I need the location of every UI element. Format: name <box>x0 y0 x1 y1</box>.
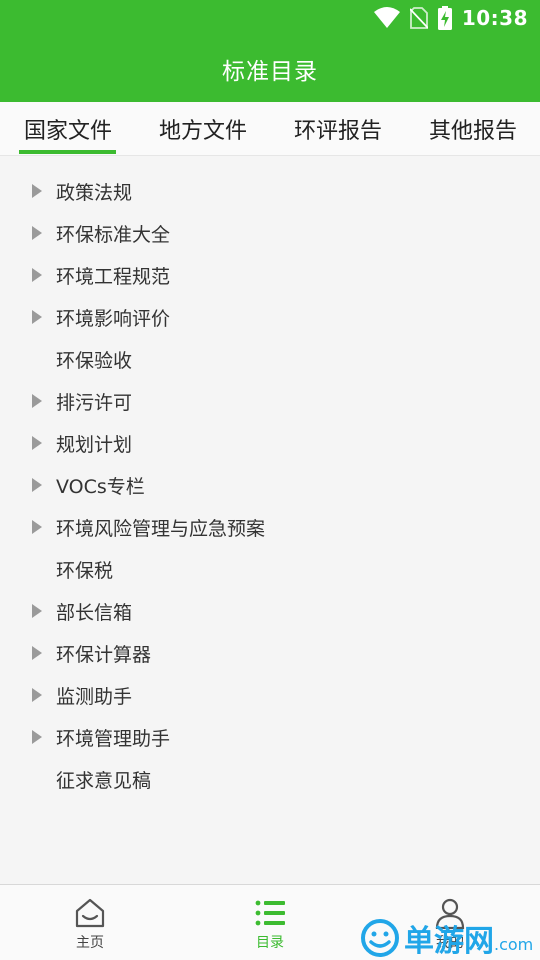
list-item-label: VOCs专栏 <box>56 475 145 498</box>
status-bar: 10:38 <box>0 0 540 36</box>
watermark-suffix: .com <box>494 934 534 954</box>
tab-national-files[interactable]: 国家文件 <box>8 102 128 156</box>
list-item[interactable]: 排污许可 <box>0 380 540 422</box>
tab-other-reports[interactable]: 其他报告 <box>413 102 533 156</box>
watermark-text: 单游网 <box>404 924 494 959</box>
expand-arrow-icon <box>32 478 42 492</box>
list-item-label: 环境影响评价 <box>56 307 171 330</box>
category-list: 政策法规 环保标准大全 环境工程规范 环境影响评价 环保验收 排污许可 规划计划… <box>0 170 540 800</box>
list-item-label: 环保税 <box>56 559 114 582</box>
status-time: 10:38 <box>461 6 528 30</box>
list-item-label: 征求意见稿 <box>56 769 152 792</box>
expand-arrow-icon <box>32 730 42 744</box>
list-item-label: 排污许可 <box>56 391 133 414</box>
list-item[interactable]: 部长信箱 <box>0 590 540 632</box>
list-item-label: 规划计划 <box>56 433 133 456</box>
category-tabs: 国家文件 地方文件 环评报告 其他报告 <box>0 102 540 156</box>
tab-label: 其他报告 <box>428 119 517 144</box>
page-title: 标准目录 <box>222 59 318 85</box>
nav-home[interactable]: 主页 <box>30 885 150 960</box>
active-tab-indicator <box>19 150 116 154</box>
nav-label: 主页 <box>76 935 104 951</box>
expand-arrow-icon <box>32 688 42 702</box>
list-item-label: 环境风险管理与应急预案 <box>56 517 266 540</box>
list-item[interactable]: 环境工程规范 <box>0 254 540 296</box>
watermark: 单游网 .com <box>360 916 533 960</box>
list-item[interactable]: 环保税 <box>0 548 540 590</box>
list-item-label: 环保计算器 <box>56 643 152 666</box>
list-item-label: 部长信箱 <box>56 601 133 624</box>
expand-arrow-icon <box>32 394 42 408</box>
battery-charging-icon <box>437 6 452 30</box>
list-item-label: 环保验收 <box>56 349 133 372</box>
no-sim-icon <box>409 7 428 29</box>
expand-arrow-icon <box>32 604 42 618</box>
expand-arrow-icon <box>32 520 42 534</box>
list-item[interactable]: 环境管理助手 <box>0 716 540 758</box>
list-item[interactable]: 环保计算器 <box>0 632 540 674</box>
tab-label: 国家文件 <box>23 119 112 144</box>
expand-arrow-icon <box>32 184 42 198</box>
status-icons: 10:38 <box>373 4 528 32</box>
home-icon <box>75 898 105 928</box>
smiley-logo-icon <box>361 919 399 957</box>
expand-arrow-icon <box>32 436 42 450</box>
list-item-label: 环境工程规范 <box>56 265 171 288</box>
app-bar: 标准目录 <box>0 36 540 102</box>
tab-label: 环评报告 <box>293 119 382 144</box>
list-icon <box>255 900 285 926</box>
list-item[interactable]: 环保验收 <box>0 338 540 380</box>
list-item[interactable]: 规划计划 <box>0 422 540 464</box>
list-item[interactable]: 征求意见稿 <box>0 758 540 800</box>
nav-catalog[interactable]: 目录 <box>210 885 330 960</box>
expand-arrow-icon <box>32 268 42 282</box>
expand-arrow-icon <box>32 646 42 660</box>
expand-arrow-icon <box>32 226 42 240</box>
expand-arrow-icon <box>32 310 42 324</box>
list-item[interactable]: 政策法规 <box>0 170 540 212</box>
list-item-label: 环保标准大全 <box>56 223 171 246</box>
list-item-label: 环境管理助手 <box>56 727 171 750</box>
tab-local-files[interactable]: 地方文件 <box>143 102 263 156</box>
list-item[interactable]: 环境影响评价 <box>0 296 540 338</box>
list-item[interactable]: 监测助手 <box>0 674 540 716</box>
wifi-icon <box>373 7 400 28</box>
list-item-label: 政策法规 <box>56 181 133 204</box>
list-item[interactable]: 环境风险管理与应急预案 <box>0 506 540 548</box>
tab-label: 地方文件 <box>158 119 247 144</box>
nav-label: 目录 <box>256 935 284 951</box>
list-item-label: 监测助手 <box>56 685 133 708</box>
tab-eia-reports[interactable]: 环评报告 <box>278 102 398 156</box>
list-item[interactable]: 环保标准大全 <box>0 212 540 254</box>
list-item[interactable]: VOCs专栏 <box>0 464 540 506</box>
